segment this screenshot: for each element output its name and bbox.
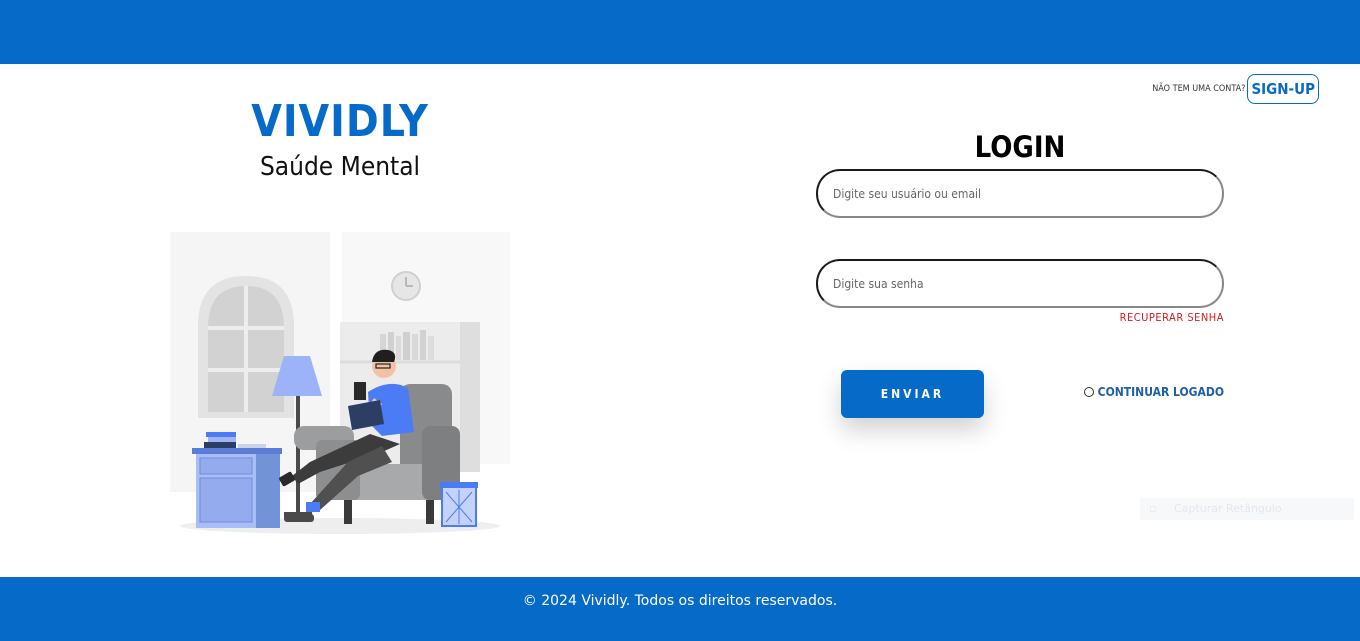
keep-logged-option[interactable]: CONTINUAR LOGADO	[1083, 385, 1224, 399]
capture-overlay: ▫ Capturar Retângulo	[1140, 498, 1354, 520]
keep-logged-label: CONTINUAR LOGADO	[1097, 385, 1224, 399]
footer: © 2024 Vividly. Todos os direitos reserv…	[0, 577, 1360, 641]
reading-person-illustration	[170, 232, 510, 534]
submit-button[interactable]: ENVIAR	[841, 370, 984, 418]
brand-title: VIVIDLY	[251, 96, 429, 147]
keep-logged-radio[interactable]	[1083, 387, 1094, 397]
login-title: LOGIN	[974, 130, 1066, 164]
username-input[interactable]	[816, 169, 1224, 218]
footer-text: © 2024 Vividly. Todos os direitos reserv…	[522, 593, 838, 609]
signup-area: NÃO TEM UMA CONTA? SIGN-UP	[1152, 74, 1319, 104]
brand-subtitle: Saúde Mental	[259, 152, 421, 182]
signup-prompt: NÃO TEM UMA CONTA?	[1152, 84, 1246, 94]
signup-button[interactable]: SIGN-UP	[1247, 74, 1319, 104]
recover-password-link[interactable]: RECUPERAR SENHA	[1120, 311, 1224, 324]
book	[354, 382, 366, 400]
capture-overlay-label: Capturar Retângulo	[1174, 502, 1282, 515]
top-bar	[0, 0, 1360, 64]
rectangle-capture-icon: ▫	[1149, 502, 1157, 515]
password-input[interactable]	[816, 259, 1224, 308]
